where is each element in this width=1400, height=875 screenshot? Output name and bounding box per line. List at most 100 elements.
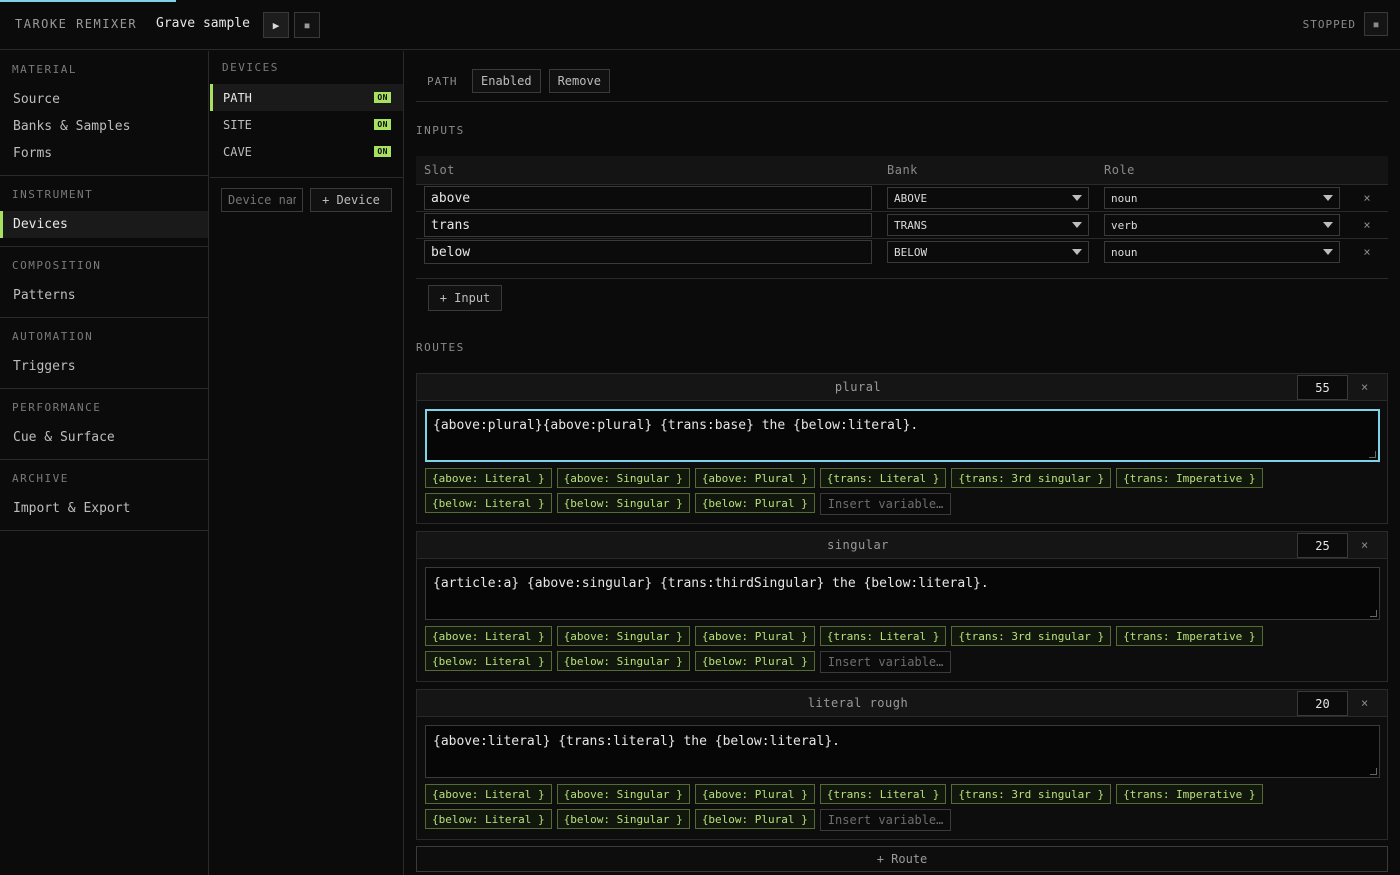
nav-item-source[interactable]: Source <box>0 86 208 113</box>
bank-select[interactable]: ABOVE <box>887 187 1089 209</box>
variable-chip[interactable]: {trans: 3rd singular } <box>951 626 1112 646</box>
variable-chip[interactable]: {below: Singular } <box>556 809 690 829</box>
chevron-down-icon <box>1323 222 1333 228</box>
route-name[interactable]: literal rough <box>417 696 1299 710</box>
device-label: PATH <box>427 75 458 88</box>
variable-chip[interactable]: {above: Literal } <box>425 784 552 804</box>
insert-variable-select[interactable]: Insert variable… <box>819 493 952 515</box>
table-header: Slot Bank Role <box>416 156 1388 184</box>
devices-panel: DEVICES PATH ON SITE ON CAVE ON + Device <box>210 51 404 875</box>
nav-item-forms[interactable]: Forms <box>0 140 208 167</box>
device-item-cave[interactable]: CAVE ON <box>210 138 403 165</box>
route-weight-input[interactable]: 20 <box>1297 691 1348 716</box>
variable-chip[interactable]: {below: Plural } <box>694 493 815 513</box>
stop-button[interactable]: ■ <box>294 12 320 38</box>
variable-chip[interactable]: {trans: Literal } <box>819 468 947 488</box>
close-icon[interactable]: × <box>1361 696 1368 710</box>
bank-select[interactable]: BELOW <box>887 241 1089 263</box>
variable-chip[interactable]: {below: Singular } <box>556 651 690 671</box>
variable-chip[interactable]: {trans: 3rd singular } <box>951 784 1112 804</box>
variable-chip[interactable]: {trans: Imperative } <box>1116 626 1263 646</box>
template-text: {above:literal} {trans:literal} the {bel… <box>433 734 840 749</box>
insert-variable-select[interactable]: Insert variable… <box>819 651 952 673</box>
variable-chip[interactable]: {above: Literal } <box>425 468 552 488</box>
resize-handle[interactable] <box>1370 610 1377 617</box>
route-weight-input[interactable]: 55 <box>1297 375 1348 400</box>
variable-chip[interactable]: {below: Plural } <box>694 651 815 671</box>
select-value: noun <box>1111 245 1138 259</box>
variable-chip[interactable]: {above: Literal } <box>425 626 552 646</box>
select-value: noun <box>1111 191 1138 205</box>
device-name-input[interactable] <box>221 188 303 212</box>
route-name[interactable]: singular <box>417 538 1299 552</box>
variable-chip[interactable]: {below: Literal } <box>425 809 552 829</box>
nav-item-triggers[interactable]: Triggers <box>0 353 208 380</box>
route-card: plural 55 × {above:plural}{above:plural}… <box>416 373 1388 524</box>
device-add-row: + Device <box>210 177 403 222</box>
route-weight-input[interactable]: 25 <box>1297 533 1348 558</box>
role-select[interactable]: verb <box>1104 214 1340 236</box>
role-select[interactable]: noun <box>1104 241 1340 263</box>
device-item-site[interactable]: SITE ON <box>210 111 403 138</box>
route-card: singular 25 × {article:a} {above:singula… <box>416 531 1388 682</box>
variable-chip[interactable]: {above: Plural } <box>694 626 815 646</box>
status-badge: ON <box>374 119 391 130</box>
route-name[interactable]: plural <box>417 380 1299 394</box>
bank-select[interactable]: TRANS <box>887 214 1089 236</box>
close-icon[interactable]: × <box>1360 191 1374 205</box>
variable-chip[interactable]: {below: Literal } <box>425 651 552 671</box>
variable-chip[interactable]: {below: Plural } <box>694 809 815 829</box>
nav-item-banks-samples[interactable]: Banks & Samples <box>0 113 208 140</box>
remove-button[interactable]: Remove <box>548 69 610 93</box>
table-row: above ABOVE noun × <box>416 184 1388 211</box>
route-template-textarea[interactable]: {article:a} {above:singular} {trans:thir… <box>425 567 1380 620</box>
device-name: PATH <box>223 90 252 105</box>
nav-heading: ARCHIVE <box>12 472 69 485</box>
nav-section-material: MATERIAL Source Banks & Samples Forms <box>0 51 208 176</box>
role-select[interactable]: noun <box>1104 187 1340 209</box>
route-template-textarea[interactable]: {above:plural}{above:plural} {trans:base… <box>425 409 1380 462</box>
variable-chip[interactable]: {above: Singular } <box>556 468 690 488</box>
close-icon[interactable]: × <box>1360 218 1374 232</box>
slot-input[interactable]: above <box>424 186 872 210</box>
chevron-down-icon <box>1072 195 1082 201</box>
nav-item-cue-surface[interactable]: Cue & Surface <box>0 424 208 451</box>
variable-chip[interactable]: {below: Literal } <box>425 493 552 513</box>
add-input-button[interactable]: + Input <box>428 285 502 311</box>
slot-input[interactable]: trans <box>424 213 872 237</box>
variable-chip[interactable]: {trans: Literal } <box>819 784 947 804</box>
slot-input[interactable]: below <box>424 240 872 264</box>
variable-chip[interactable]: {trans: Literal } <box>819 626 947 646</box>
close-icon[interactable]: × <box>1361 380 1368 394</box>
select-value: TRANS <box>894 218 928 232</box>
route-template-textarea[interactable]: {above:literal} {trans:literal} the {bel… <box>425 725 1380 778</box>
device-item-path[interactable]: PATH ON <box>210 84 403 111</box>
variable-chip[interactable]: {trans: 3rd singular } <box>951 468 1112 488</box>
play-button[interactable]: ▶ <box>263 12 289 38</box>
variable-chip[interactable]: {above: Singular } <box>556 784 690 804</box>
enabled-button[interactable]: Enabled <box>472 69 541 93</box>
add-route-button[interactable]: + Route <box>416 846 1388 872</box>
nav-item-import-export[interactable]: Import & Export <box>0 495 208 522</box>
nav-item-devices[interactable]: Devices <box>0 211 208 238</box>
close-icon[interactable]: × <box>1360 245 1374 259</box>
device-name: SITE <box>223 117 252 132</box>
variable-chip[interactable]: {trans: Imperative } <box>1116 784 1263 804</box>
close-icon[interactable]: × <box>1361 538 1368 552</box>
resize-handle[interactable] <box>1369 451 1376 458</box>
status-stop-button[interactable]: ■ <box>1364 12 1388 36</box>
select-value: BELOW <box>894 245 928 259</box>
main-content: PATH Enabled Remove INPUTS Slot Bank Rol… <box>405 51 1400 875</box>
resize-handle[interactable] <box>1370 768 1377 775</box>
variable-chips: {above: Literal } {above: Singular } {ab… <box>425 626 1380 673</box>
variable-chip[interactable]: {trans: Imperative } <box>1116 468 1263 488</box>
variable-chip[interactable]: {above: Singular } <box>556 626 690 646</box>
variable-chip[interactable]: {above: Plural } <box>694 468 815 488</box>
route-header: singular 25 × <box>417 532 1387 559</box>
add-device-button[interactable]: + Device <box>310 188 392 212</box>
variable-chip[interactable]: {below: Singular } <box>556 493 690 513</box>
chevron-down-icon <box>1072 222 1082 228</box>
insert-variable-select[interactable]: Insert variable… <box>819 809 952 831</box>
variable-chip[interactable]: {above: Plural } <box>694 784 815 804</box>
nav-item-patterns[interactable]: Patterns <box>0 282 208 309</box>
